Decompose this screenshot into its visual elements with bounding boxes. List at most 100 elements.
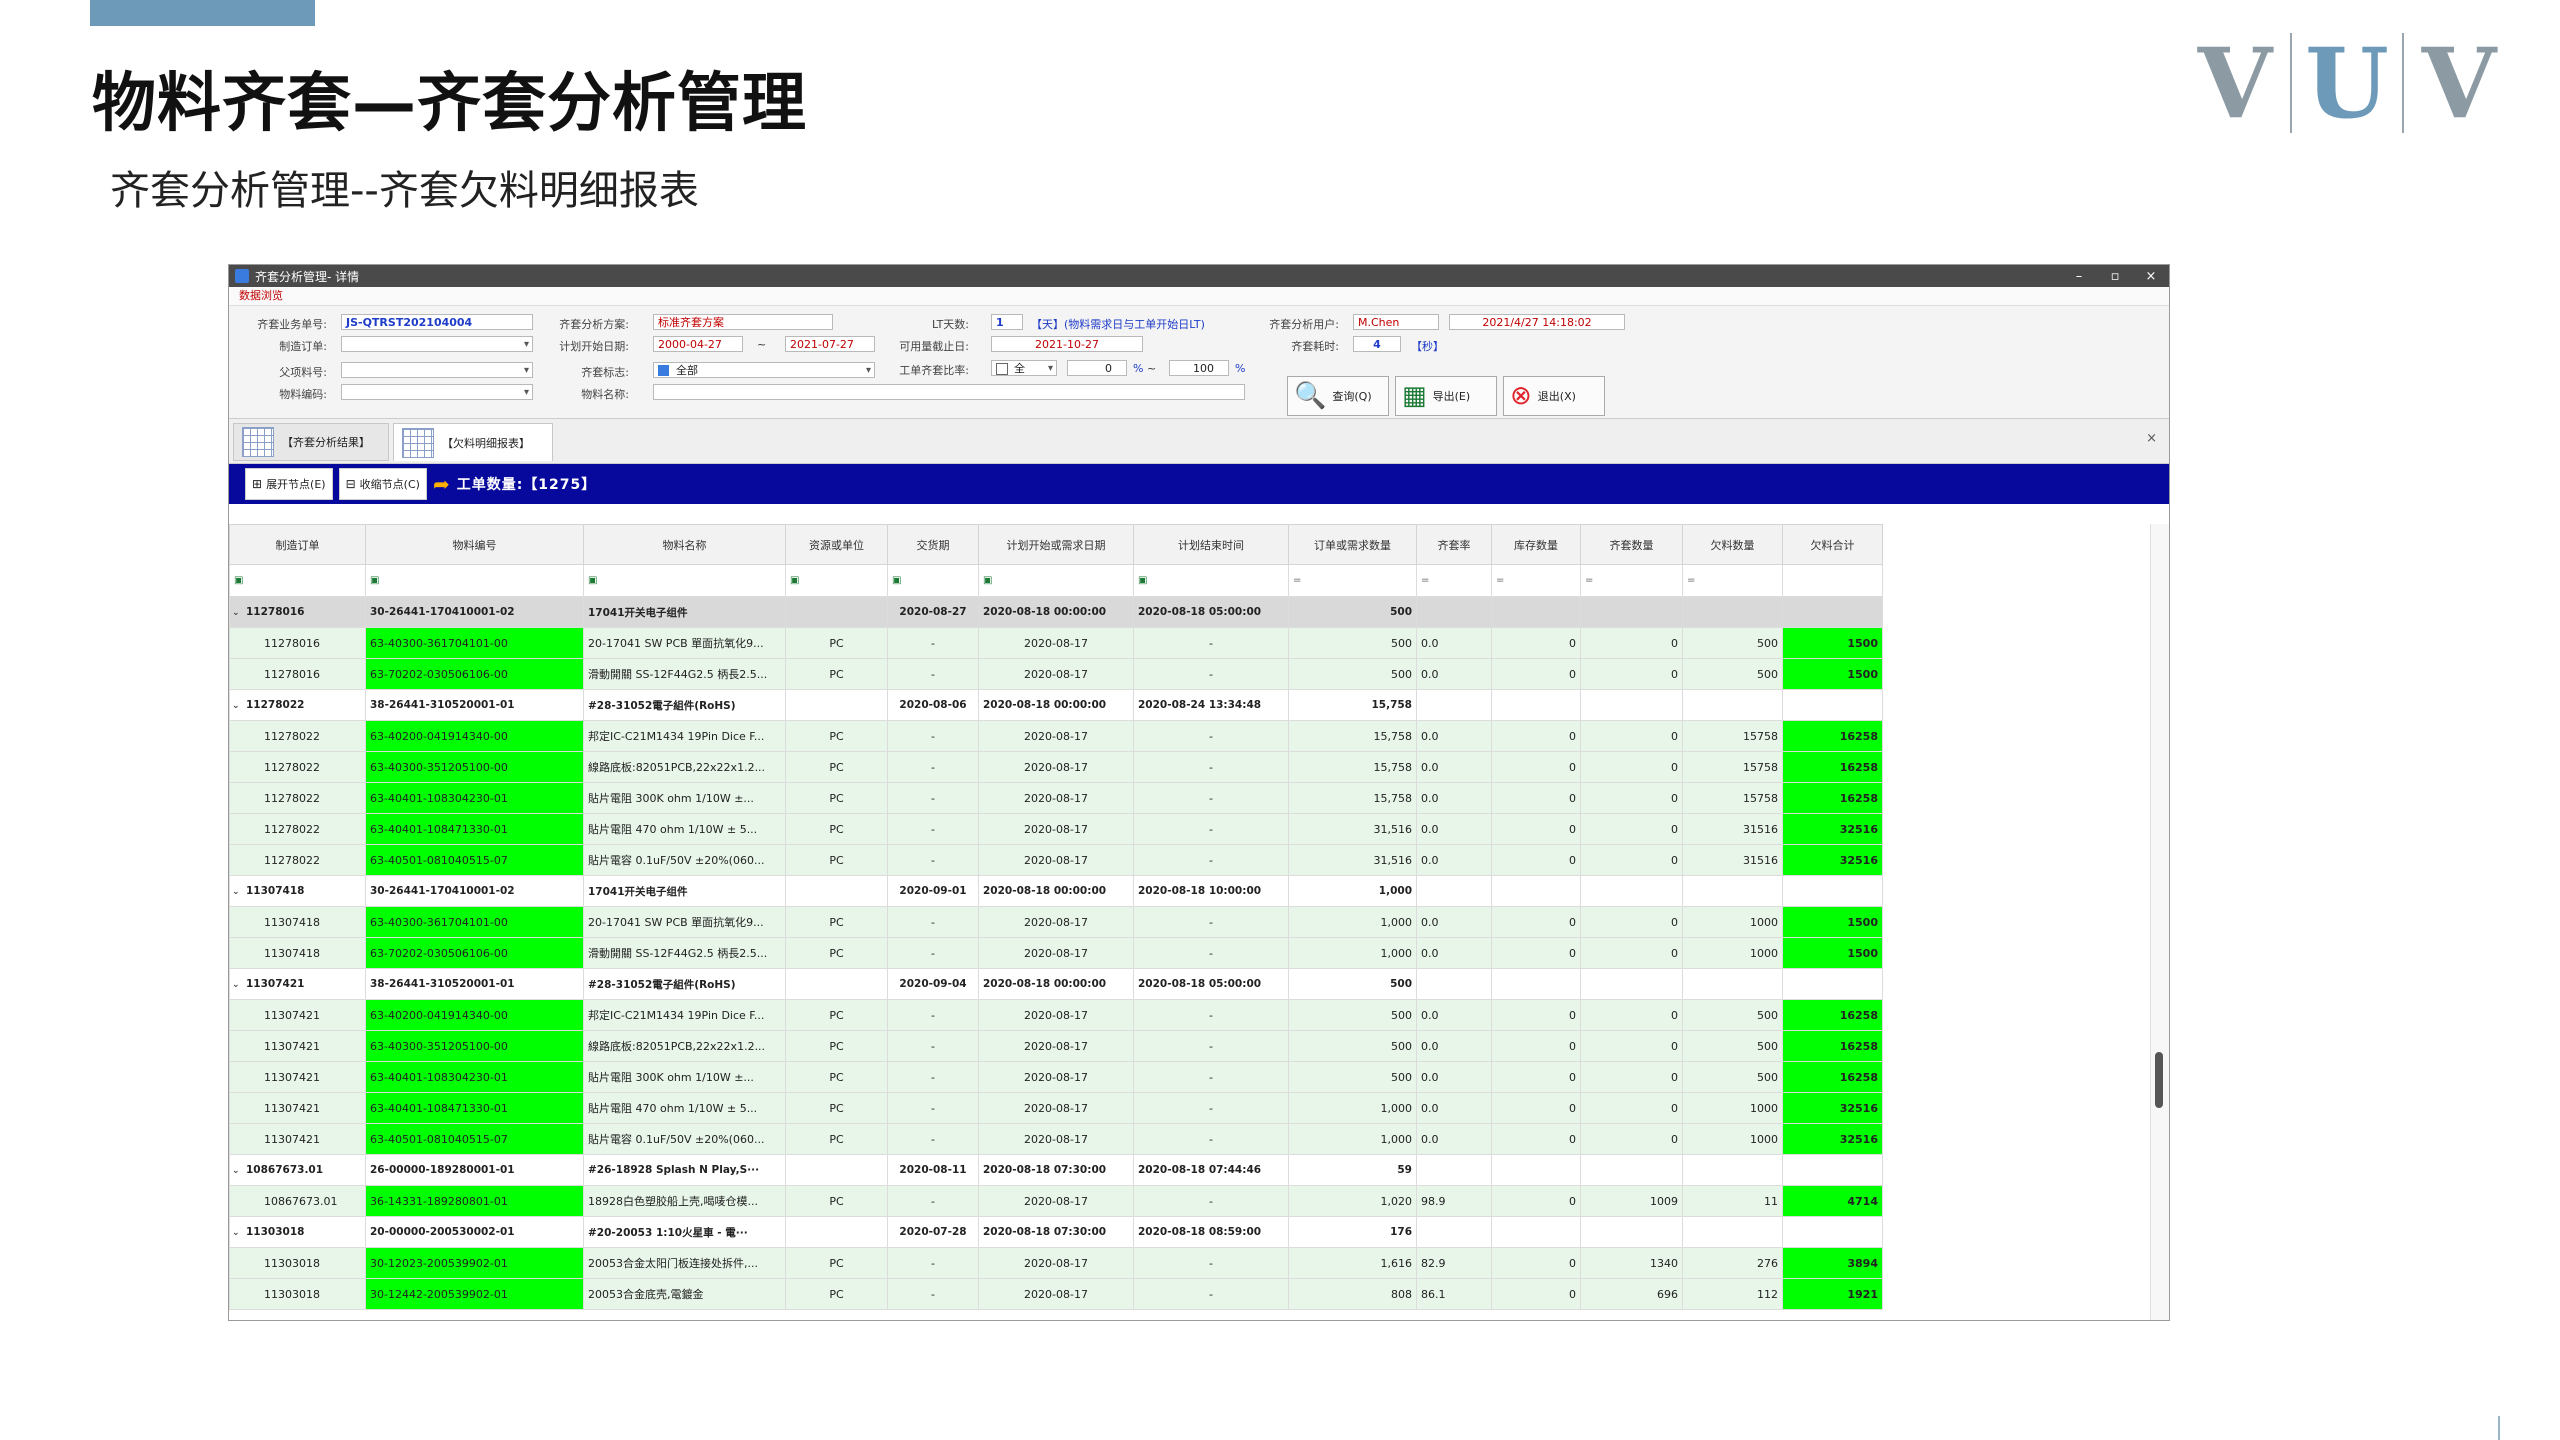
expand-nodes-button[interactable]: ⊞ 展开节点(E) bbox=[245, 468, 333, 500]
item-name-input[interactable] bbox=[653, 384, 1245, 400]
scrollbar-thumb[interactable] bbox=[2155, 1052, 2163, 1108]
mfg-order-dropdown[interactable] bbox=[341, 336, 533, 352]
column-header[interactable]: 物料编号 bbox=[365, 524, 584, 565]
order-group-row[interactable]: ⌄ 10867673.01 26-00000-189280001-01 #26-189… bbox=[229, 1154, 1883, 1186]
item-code-dropdown[interactable] bbox=[341, 384, 533, 400]
filter-cell[interactable]: ▣ bbox=[887, 564, 979, 597]
table-row[interactable]: 11307421 63-40501-081040515-07 貼片電容 0.1uF/… bbox=[229, 1123, 1883, 1155]
ratio-pct-label: % bbox=[1133, 362, 1144, 375]
table-cell: 0 bbox=[1580, 1092, 1683, 1124]
table-row[interactable]: 11307421 63-40200-041914340-00 邦定IC-C21M14… bbox=[229, 999, 1883, 1031]
close-tab-icon[interactable]: × bbox=[2146, 431, 2157, 446]
filter-cell[interactable]: = bbox=[1491, 564, 1581, 597]
table-row[interactable]: 11307418 63-40300-361704101-00 20-17041 SW… bbox=[229, 906, 1883, 938]
column-header[interactable]: 物料名称 bbox=[583, 524, 786, 565]
kit-flag-dropdown[interactable]: 全部 bbox=[653, 362, 875, 378]
vertical-scrollbar[interactable] bbox=[2150, 524, 2169, 1320]
plan-start-to[interactable]: 2021-07-27 bbox=[785, 336, 875, 352]
restore-button[interactable]: ▫ bbox=[2097, 269, 2133, 284]
column-header[interactable]: 交货期 bbox=[887, 524, 979, 565]
order-group-row[interactable]: ⌄ 11307421 38-26441-310520001-01 #28-31052電… bbox=[229, 968, 1883, 1000]
parent-item-dropdown[interactable] bbox=[341, 362, 533, 378]
expand-label: 展开节点(E) bbox=[266, 478, 326, 491]
filter-cell[interactable]: = bbox=[1580, 564, 1683, 597]
table-row[interactable]: 11278022 63-40300-351205100-00 線路底板:82051P… bbox=[229, 751, 1883, 783]
filter-cell[interactable] bbox=[1782, 564, 1883, 597]
close-button[interactable]: × bbox=[2133, 269, 2169, 284]
table-row[interactable]: 11278016 63-70202-030506106-00 滑動開關 SS-12F… bbox=[229, 658, 1883, 690]
plan-start-from[interactable]: 2000-04-27 bbox=[653, 336, 743, 352]
table-cell: 0 bbox=[1580, 937, 1683, 969]
table-row[interactable]: 11278022 63-40401-108304230-01 貼片電阻 300K o… bbox=[229, 782, 1883, 814]
filter-cell[interactable]: ▣ bbox=[365, 564, 584, 597]
expand-toggle-icon[interactable]: ⌄ bbox=[232, 980, 246, 990]
filter-cell[interactable]: = bbox=[1682, 564, 1783, 597]
filter-cell[interactable]: ▣ bbox=[229, 564, 366, 597]
filter-cell[interactable]: ▣ bbox=[978, 564, 1134, 597]
user-field[interactable]: M.Chen bbox=[1353, 314, 1439, 330]
filter-cell[interactable]: = bbox=[1288, 564, 1417, 597]
table-row[interactable]: 11307421 63-40300-351205100-00 線路底板:82051P… bbox=[229, 1030, 1883, 1062]
column-header[interactable]: 欠料合计 bbox=[1782, 524, 1883, 565]
ratio-mode-dropdown[interactable]: 全 bbox=[991, 360, 1057, 376]
filter-cell[interactable]: = bbox=[1416, 564, 1492, 597]
table-cell: 1500 bbox=[1782, 658, 1883, 690]
menu-data-browse[interactable]: 数据浏览 bbox=[229, 287, 2169, 306]
table-cell: 0 bbox=[1580, 1030, 1683, 1062]
table-row[interactable]: 11303018 30-12442-200539902-01 20053合金底壳,電… bbox=[229, 1278, 1883, 1310]
table-cell: 500 bbox=[1288, 999, 1417, 1031]
exit-button[interactable]: ⊗ 退出(X) bbox=[1503, 376, 1605, 416]
ratio-from-input[interactable]: 0 bbox=[1067, 360, 1127, 376]
expand-toggle-icon[interactable]: ⌄ bbox=[232, 1166, 246, 1176]
expand-toggle-icon[interactable]: ⌄ bbox=[232, 1228, 246, 1238]
order-group-row[interactable]: ⌄ 11278022 38-26441-310520001-01 #28-31052電… bbox=[229, 689, 1883, 721]
export-button[interactable]: ▦ 导出(E) bbox=[1395, 376, 1497, 416]
expand-toggle-icon[interactable]: ⌄ bbox=[232, 701, 246, 711]
minimize-button[interactable]: – bbox=[2061, 269, 2097, 284]
table-cell: 500 bbox=[1682, 658, 1783, 690]
filter-cell[interactable]: ▣ bbox=[583, 564, 786, 597]
tab-kit-analysis-result[interactable]: 【齐套分析结果】 bbox=[233, 423, 389, 461]
run-time-field[interactable]: 2021/4/27 14:18:02 bbox=[1449, 314, 1625, 330]
table-row[interactable]: 11278022 63-40501-081040515-07 貼片電容 0.1uF/… bbox=[229, 844, 1883, 876]
column-header[interactable]: 计划结束时间 bbox=[1133, 524, 1289, 565]
column-header[interactable]: 欠料数量 bbox=[1682, 524, 1783, 565]
table-row[interactable]: 11303018 30-12023-200539902-01 20053合金太阳门板… bbox=[229, 1247, 1883, 1279]
plan-field[interactable]: 标准齐套方案 bbox=[653, 314, 833, 330]
query-button[interactable]: 🔍 查询(Q) bbox=[1287, 376, 1389, 416]
ratio-to-input[interactable]: 100 bbox=[1169, 360, 1229, 376]
column-header[interactable]: 计划开始或需求日期 bbox=[978, 524, 1134, 565]
table-row[interactable]: 11307421 63-40401-108471330-01 貼片電阻 470 oh… bbox=[229, 1092, 1883, 1124]
filter-cell[interactable]: ▣ bbox=[785, 564, 888, 597]
biz-no-field[interactable]: JS-QTRST202104004 bbox=[341, 314, 533, 330]
column-header[interactable]: 齐套率 bbox=[1416, 524, 1492, 565]
table-cell: 20-17041 SW PCB 單面抗氧化9... bbox=[583, 627, 786, 659]
table-row[interactable]: 11278016 63-40300-361704101-00 20-17041 SW… bbox=[229, 627, 1883, 659]
filter-cell[interactable]: ▣ bbox=[1133, 564, 1289, 597]
table-row[interactable]: 11307421 63-40401-108304230-01 貼片電阻 300K o… bbox=[229, 1061, 1883, 1093]
table-cell: 30-12442-200539902-01 bbox=[365, 1278, 584, 1310]
table-cell: 32516 bbox=[1782, 1092, 1883, 1124]
table-row[interactable]: 10867673.01 36-14331-189280801-01 18928白色塑… bbox=[229, 1185, 1883, 1217]
column-header[interactable]: 订单或需求数量 bbox=[1288, 524, 1417, 565]
tab-shortage-detail-report[interactable]: 【欠料明细报表】 bbox=[393, 423, 553, 461]
avail-cutoff-field[interactable]: 2021-10-27 bbox=[991, 336, 1143, 352]
order-group-row[interactable]: ⌄ 11307418 30-26441-170410001-02 17041开关电子组… bbox=[229, 875, 1883, 907]
column-header[interactable]: 制造订单 bbox=[229, 524, 366, 565]
column-header[interactable]: 库存数量 bbox=[1491, 524, 1581, 565]
column-header[interactable]: 资源或单位 bbox=[785, 524, 888, 565]
table-cell bbox=[1682, 689, 1783, 721]
expand-toggle-icon[interactable]: ⌄ bbox=[232, 887, 246, 897]
order-group-row[interactable]: ⌄ 11278016 30-26441-170410001-02 17041开关电子组… bbox=[229, 596, 1883, 628]
table-row[interactable]: 11278022 63-40200-041914340-00 邦定IC-C21M14… bbox=[229, 720, 1883, 752]
lt-days-field[interactable]: 1 bbox=[991, 314, 1023, 330]
table-row[interactable]: 11307418 63-70202-030506106-00 滑動開關 SS-12F… bbox=[229, 937, 1883, 969]
table-cell bbox=[1580, 1216, 1683, 1248]
order-group-row[interactable]: ⌄ 11303018 20-00000-200530002-01 #20-20053 … bbox=[229, 1216, 1883, 1248]
collapse-nodes-button[interactable]: ⊟ 收缩节点(C) bbox=[338, 468, 427, 500]
expand-toggle-icon[interactable]: ⌄ bbox=[232, 608, 246, 618]
table-row[interactable]: 11278022 63-40401-108471330-01 貼片電阻 470 oh… bbox=[229, 813, 1883, 845]
table-cell: 0 bbox=[1580, 1061, 1683, 1093]
column-header[interactable]: 齐套数量 bbox=[1580, 524, 1683, 565]
elapsed-field[interactable]: 4 bbox=[1353, 336, 1401, 352]
